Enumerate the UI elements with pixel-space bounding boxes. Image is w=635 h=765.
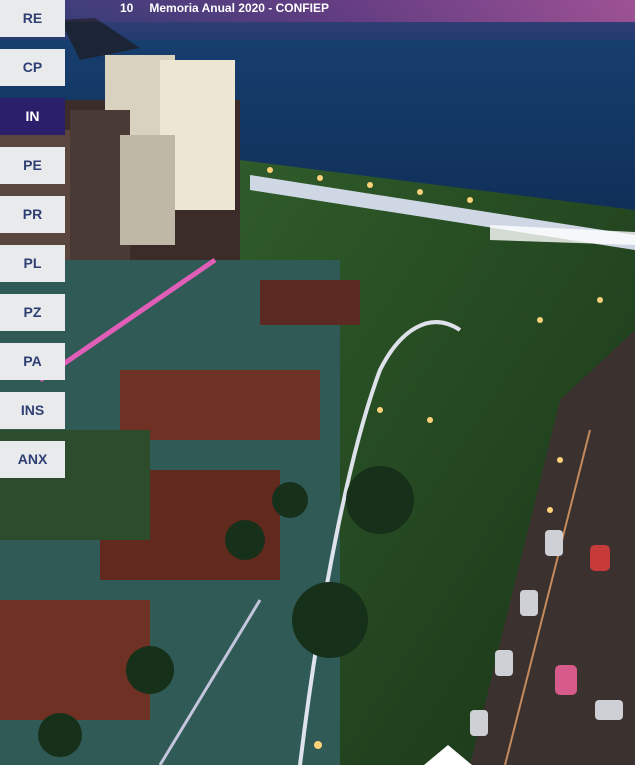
nav-item-pe[interactable]: PE xyxy=(0,147,65,184)
nav-item-pl[interactable]: PL xyxy=(0,245,65,282)
nav-item-cp[interactable]: CP xyxy=(0,49,65,86)
nav-item-ins[interactable]: INS xyxy=(0,392,65,429)
page-header: 10 Memoria Anual 2020 - CONFIEP xyxy=(120,0,329,16)
nav-item-anx[interactable]: ANX xyxy=(0,441,65,478)
bottom-tab-marker xyxy=(424,745,472,765)
nav-item-re[interactable]: RE xyxy=(0,0,65,37)
document-title: Memoria Anual 2020 - CONFIEP xyxy=(149,1,329,15)
nav-item-pa[interactable]: PA xyxy=(0,343,65,380)
page-number: 10 xyxy=(120,1,134,15)
nav-item-pz[interactable]: PZ xyxy=(0,294,65,331)
nav-item-in[interactable]: IN xyxy=(0,98,65,135)
nav-item-pr[interactable]: PR xyxy=(0,196,65,233)
city-night-photo xyxy=(0,0,635,765)
